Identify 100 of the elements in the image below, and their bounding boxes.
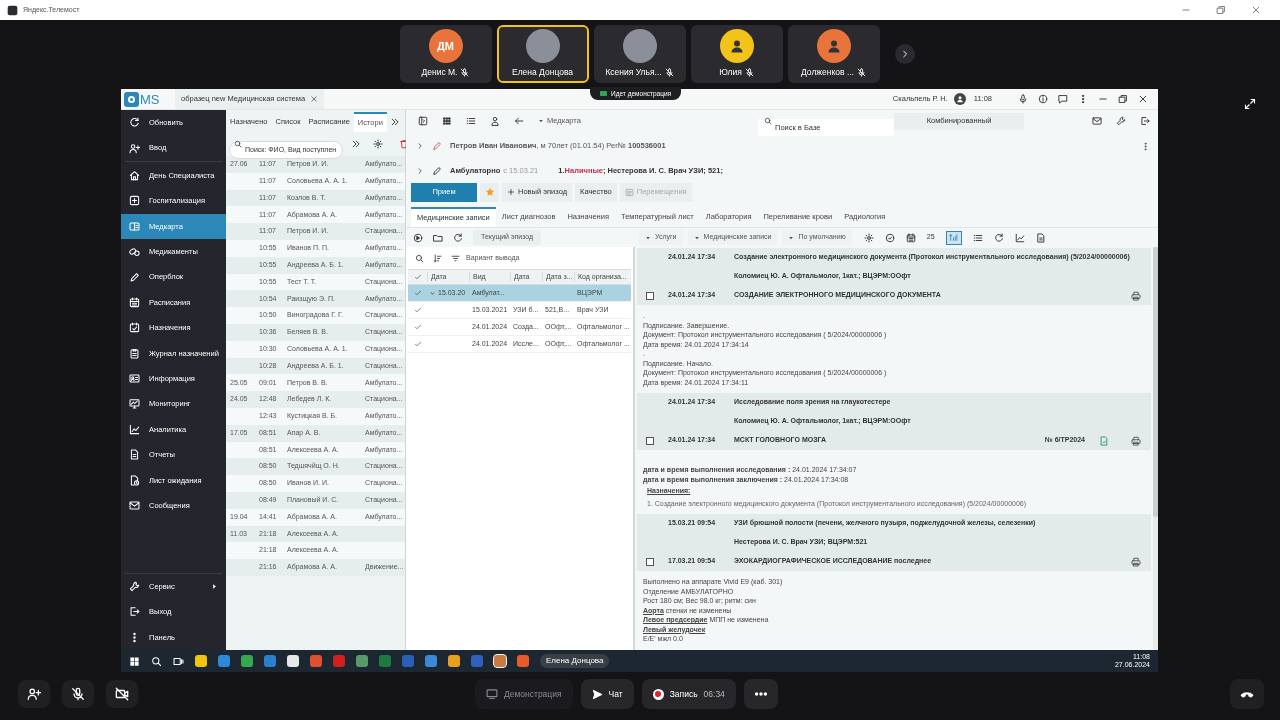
document-check-icon[interactable] [1099, 435, 1109, 446]
sort-icon[interactable] [433, 253, 442, 263]
add-participant-button[interactable] [18, 680, 50, 708]
check-icon[interactable] [413, 306, 422, 314]
user-avatar[interactable] [953, 93, 966, 105]
filter-icon[interactable] [451, 253, 460, 263]
refresh-icon [129, 117, 140, 129]
settings-icon[interactable] [373, 139, 383, 149]
chat-icon[interactable] [1058, 94, 1068, 104]
mic-icon[interactable] [1018, 94, 1028, 104]
person-icon [825, 38, 842, 55]
person-icon [955, 95, 964, 103]
print-icon[interactable] [1131, 435, 1141, 446]
record-time: 06:34 [703, 687, 725, 701]
envelope-icon[interactable] [1092, 116, 1102, 126]
check-icon[interactable] [413, 273, 422, 281]
participant-tile[interactable]: ДМ Денис М. [399, 25, 492, 83]
screen-share-icon [600, 91, 607, 96]
refresh-icon[interactable] [453, 232, 463, 243]
more-icon[interactable] [1141, 141, 1150, 151]
chat-button[interactable]: Чат [580, 679, 634, 709]
checkbox[interactable] [646, 557, 654, 566]
pen-icon [432, 141, 442, 151]
home-icon [129, 169, 140, 181]
record-button[interactable]: Запись 06:34 [641, 679, 736, 709]
print-icon[interactable] [1131, 556, 1141, 567]
app-logo-icon [7, 4, 18, 16]
hang-up-button[interactable] [1230, 679, 1264, 709]
fullscreen-icon[interactable] [1244, 98, 1256, 110]
search-icon[interactable] [415, 253, 424, 263]
app-icon[interactable] [195, 655, 207, 667]
envelope-icon [129, 500, 140, 512]
expand-icon[interactable] [416, 142, 424, 150]
check-circle-icon[interactable] [884, 232, 895, 243]
check-icon[interactable] [413, 340, 422, 348]
play-icon[interactable] [413, 232, 423, 243]
avatar: ДМ [428, 29, 463, 64]
info-icon[interactable] [1038, 94, 1048, 104]
record-icon [652, 688, 664, 700]
more-button[interactable] [743, 679, 778, 709]
clipboard-icon [129, 347, 140, 359]
check-icon[interactable] [413, 323, 422, 331]
checkbox[interactable] [646, 436, 654, 445]
checkbox[interactable] [646, 291, 654, 300]
double-chevron-icon[interactable] [351, 139, 361, 149]
next-button[interactable] [894, 44, 915, 64]
app-icon[interactable] [448, 655, 460, 667]
screen-icon [486, 688, 498, 700]
windows-start-icon[interactable] [129, 655, 140, 667]
monitor-chart-icon [129, 398, 140, 410]
participant-name: Долженков ... [801, 66, 854, 79]
list-icon[interactable] [466, 116, 476, 126]
pencil-icon[interactable] [432, 165, 442, 176]
delete-icon[interactable] [399, 139, 409, 149]
app-icon[interactable] [517, 655, 529, 667]
participant-tile[interactable]: Ксения Улья... [593, 25, 686, 83]
list-icon[interactable] [972, 232, 983, 243]
document-icon[interactable] [1035, 232, 1046, 243]
folder-icon[interactable] [433, 232, 443, 243]
exit-icon [129, 606, 140, 618]
document-icon [624, 187, 634, 197]
app-icon[interactable] [287, 655, 299, 667]
muted-mic-button[interactable] [62, 680, 94, 708]
refresh-icon[interactable] [993, 232, 1004, 243]
participant-tile[interactable]: Юлия [690, 25, 783, 83]
grid-icon[interactable] [442, 116, 452, 126]
photo-placeholder [525, 29, 560, 64]
search-icon [764, 117, 772, 125]
document-clock-icon [129, 474, 140, 486]
pencil-icon [129, 271, 140, 283]
app-icon[interactable] [356, 655, 368, 667]
send-icon [591, 688, 603, 700]
wrench-icon[interactable] [1116, 116, 1126, 126]
close-icon[interactable] [1138, 94, 1148, 104]
double-chevron-icon[interactable] [390, 117, 400, 127]
expand-icon[interactable] [416, 166, 424, 175]
document-icon [129, 449, 140, 461]
participant-tile[interactable]: Елена Донцова [496, 25, 589, 83]
back-icon[interactable] [514, 116, 524, 126]
settings-icon[interactable] [863, 232, 874, 243]
search-icon[interactable] [151, 655, 162, 667]
app-icon[interactable] [241, 655, 253, 667]
check-icon[interactable] [413, 289, 422, 297]
add-participant-icon [27, 687, 41, 701]
calendar-icon[interactable] [905, 232, 916, 243]
participant-tile[interactable]: Долженков ... [787, 25, 880, 83]
exit-icon[interactable] [1140, 116, 1150, 126]
maximize-icon[interactable] [1216, 5, 1226, 15]
participant-name: Елена Донцова [511, 66, 574, 79]
speaker-name: Елена Донцова [540, 654, 610, 668]
task-view-icon[interactable] [173, 655, 184, 667]
person-icon[interactable] [490, 116, 500, 126]
panel-icon[interactable] [418, 116, 428, 126]
print-icon[interactable] [1131, 290, 1141, 301]
chart-icon[interactable] [1014, 232, 1025, 243]
sort-button[interactable] [945, 230, 962, 245]
logo-text: MS [140, 92, 160, 106]
search-icon [234, 140, 242, 148]
maximize-icon[interactable] [1118, 94, 1128, 104]
camera-off-button[interactable] [106, 680, 138, 708]
